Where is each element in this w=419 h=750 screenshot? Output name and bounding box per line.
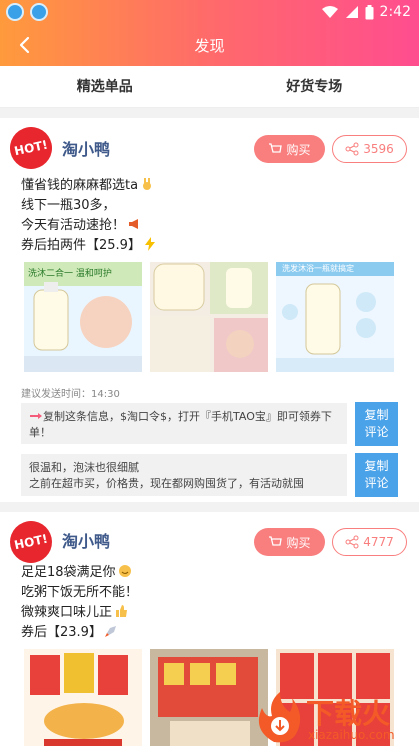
copy-text: 复制这条信息，$淘口令$，打开『手机TAO宝』即可领券下单！ — [29, 410, 332, 439]
product-photo — [150, 262, 268, 372]
notification-app-icon — [30, 3, 48, 21]
post-line: 今天有活动速抢！ — [21, 218, 125, 233]
product-image[interactable]: 洗沐二合一 温和呵护 — [24, 262, 142, 372]
smile-emoji-icon — [118, 564, 132, 578]
comment-button-label: 评论 — [355, 424, 398, 441]
avatar[interactable]: HOT! — [6, 517, 56, 567]
copy-comment-button[interactable]: 复制 评论 — [355, 402, 398, 446]
share-count: 3596 — [363, 142, 394, 156]
share-button[interactable]: 4777 — [332, 528, 407, 556]
post-line: 券后拍两件【25.9】 — [21, 238, 141, 253]
cart-icon — [268, 142, 282, 156]
buy-button[interactable]: 购买 — [254, 135, 325, 163]
product-image[interactable] — [150, 262, 268, 372]
post-text: 懂省钱的麻麻都选ta 线下一瓶30多， 今天有活动速抢！ 券后拍两件【25.9】 — [21, 176, 157, 256]
copy-text-box: 复制这条信息，$淘口令$，打开『手机TAO宝』即可领券下单！ — [21, 403, 347, 444]
cart-icon — [268, 535, 282, 549]
username[interactable]: 淘小鸭 — [62, 136, 110, 160]
status-bar: 2:42 — [0, 0, 419, 24]
post-text: 足足18袋满足你 吃粥下饭无所不能！ 微辣爽口味儿正 券后【23.9】 — [21, 563, 138, 643]
post-line: 券后【23.9】 — [21, 625, 102, 640]
watermark-logo: 下载火 xiazaihuo.com — [250, 690, 419, 746]
copy-button-label: 复制 — [355, 458, 398, 475]
thumbs-up-icon — [114, 604, 128, 618]
nav-bar: 发现 — [0, 24, 419, 66]
product-image[interactable] — [24, 649, 142, 746]
avatar[interactable]: HOT! — [6, 123, 56, 173]
battery-icon — [365, 5, 374, 20]
post-line: 懂省钱的麻麻都选ta — [21, 178, 138, 193]
divider — [0, 108, 419, 118]
tab-good-deals[interactable]: 好货专场 — [210, 66, 419, 107]
tab-bar: 精选单品 好货专场 — [0, 66, 419, 108]
feed[interactable]: HOT! 淘小鸭 购买 3596 懂省钱的麻麻都选ta 线下一瓶30多， 今天有… — [0, 108, 419, 746]
share-icon — [345, 535, 359, 549]
status-time: 2:42 — [380, 4, 411, 20]
post-line: 线下一瓶30多， — [21, 198, 116, 213]
share-count: 4777 — [363, 535, 394, 549]
comment-text-box: 很温和，泡沫也很细腻 之前在超市买，价格贵，现在都网购囤货了，有活动就囤 — [21, 454, 347, 496]
copy-comment-button[interactable]: 复制 评论 — [355, 453, 398, 497]
pointing-hand-icon — [29, 411, 43, 421]
product-photo — [24, 649, 142, 746]
buy-label: 购买 — [286, 534, 310, 551]
signal-icon — [345, 5, 359, 19]
image-caption: 洗沐二合一 温和呵护 — [28, 266, 112, 279]
buy-button[interactable]: 购买 — [254, 528, 325, 556]
share-icon — [345, 142, 359, 156]
watermark-url: xiazaihuo.com — [308, 728, 395, 742]
buy-label: 购买 — [286, 141, 310, 158]
suggested-send-time: 建议发送时间：14:30 — [21, 385, 120, 400]
victory-hand-icon — [140, 177, 154, 191]
share-button[interactable]: 3596 — [332, 135, 407, 163]
image-caption: 洗发沐浴一瓶就搞定 — [282, 263, 354, 274]
divider — [0, 502, 419, 512]
post-line: 微辣爽口味儿正 — [21, 605, 112, 620]
tab-featured-items[interactable]: 精选单品 — [0, 66, 210, 107]
lightning-icon — [143, 237, 157, 251]
post-line: 吃粥下饭无所不能！ — [21, 585, 138, 600]
megaphone-icon — [127, 217, 141, 231]
watermark-text: 下载火 — [306, 692, 390, 732]
copy-button-label: 复制 — [355, 407, 398, 424]
rocket-icon — [104, 624, 118, 638]
comment-button-label: 评论 — [355, 475, 398, 492]
product-image[interactable]: 洗发沐浴一瓶就搞定 — [276, 262, 394, 372]
post-line: 足足18袋满足你 — [21, 565, 116, 580]
notification-app-icon — [6, 3, 24, 21]
wifi-icon — [321, 5, 339, 19]
page-title: 发现 — [0, 35, 419, 56]
username[interactable]: 淘小鸭 — [62, 528, 110, 552]
product-photo — [276, 262, 394, 372]
feed-post: HOT! 淘小鸭 购买 3596 懂省钱的麻麻都选ta 线下一瓶30多， 今天有… — [0, 118, 419, 502]
